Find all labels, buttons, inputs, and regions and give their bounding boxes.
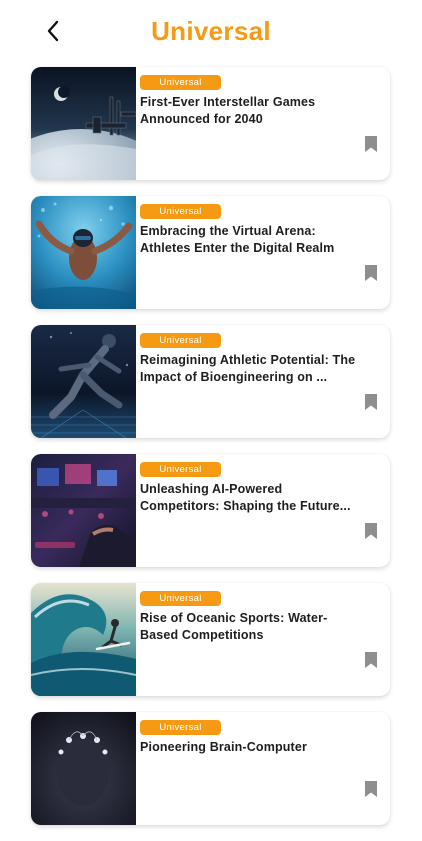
article-thumbnail xyxy=(31,196,136,309)
article-card[interactable]: Universal Rise of Oceanic Sports: Water-… xyxy=(31,583,390,696)
article-title: Reimagining Athletic Potential: The Impa… xyxy=(140,353,356,384)
article-thumbnail xyxy=(31,583,136,696)
bookmark-icon[interactable] xyxy=(364,265,378,281)
bookmark-icon[interactable] xyxy=(364,652,378,668)
category-badge: Universal xyxy=(140,333,221,348)
article-thumbnail xyxy=(31,454,136,567)
article-thumbnail xyxy=(31,712,136,825)
bookmark-icon[interactable] xyxy=(364,781,378,797)
article-card[interactable]: Universal Pioneering Brain-Computer xyxy=(31,712,390,825)
article-thumbnail xyxy=(31,67,136,180)
category-badge: Universal xyxy=(140,720,221,735)
article-card[interactable]: Universal Unleashing AI-Powered Competit… xyxy=(31,454,390,567)
category-badge: Universal xyxy=(140,75,221,90)
article-title: Unleashing AI-Powered Competitors: Shapi… xyxy=(140,482,351,513)
category-badge: Universal xyxy=(140,462,221,477)
bookmark-icon[interactable] xyxy=(364,394,378,410)
page-title: Universal xyxy=(151,16,271,46)
article-title: Rise of Oceanic Sports: Water-Based Comp… xyxy=(140,611,328,642)
category-badge: Universal xyxy=(140,591,221,606)
article-thumbnail xyxy=(31,325,136,438)
article-card[interactable]: Universal Embracing the Virtual Arena: A… xyxy=(31,196,390,309)
article-title: Pioneering Brain-Computer xyxy=(140,740,307,754)
article-list: Universal First-Ever Interstellar Games … xyxy=(31,67,390,841)
article-title: First-Ever Interstellar Games Announced … xyxy=(140,95,316,126)
article-card[interactable]: Universal Reimagining Athletic Potential… xyxy=(31,325,390,438)
bookmark-icon[interactable] xyxy=(364,136,378,152)
article-card[interactable]: Universal First-Ever Interstellar Games … xyxy=(31,67,390,180)
bookmark-icon[interactable] xyxy=(364,523,378,539)
article-title: Embracing the Virtual Arena: Athletes En… xyxy=(140,224,335,255)
app-header: Universal xyxy=(0,0,422,62)
category-badge: Universal xyxy=(140,204,221,219)
